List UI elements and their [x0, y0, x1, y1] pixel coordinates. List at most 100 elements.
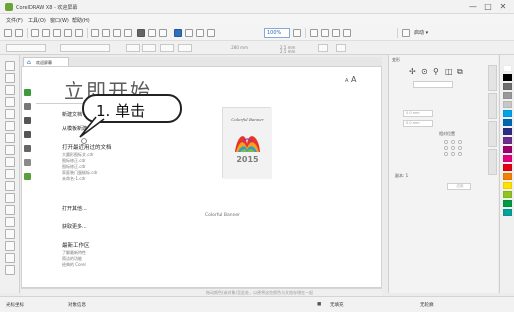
open-other-link[interactable]: 打开其他... [62, 205, 87, 212]
color-swatch[interactable] [503, 101, 512, 108]
all-pages-button[interactable] [160, 44, 174, 52]
color-swatch[interactable] [503, 65, 512, 72]
minimize-button[interactable]: — [466, 2, 480, 12]
whats-new-icon[interactable] [24, 117, 31, 124]
open-document-icon[interactable] [15, 29, 23, 37]
zoom-dropdown-icon[interactable] [293, 29, 301, 37]
gallery-caption[interactable]: Colorful Banner [205, 213, 240, 218]
gallery-cover-image[interactable]: Colorful Banner 2015 [222, 107, 272, 179]
crop-tool-icon[interactable] [5, 85, 15, 95]
smart-fill-tool-icon[interactable] [5, 253, 15, 263]
maximize-button[interactable]: □ [481, 2, 495, 12]
color-swatch[interactable] [503, 128, 512, 135]
publish-pdf-icon[interactable] [148, 29, 156, 37]
color-swatch[interactable] [503, 164, 512, 171]
updates-icon[interactable] [24, 173, 31, 180]
skew-icon[interactable]: ⧉ [457, 67, 463, 77]
interactive-fill-tool-icon[interactable] [5, 241, 15, 251]
color-swatch[interactable] [503, 191, 512, 198]
undo-icon[interactable] [91, 29, 99, 37]
page-dimensions-field[interactable] [60, 44, 110, 52]
paste-icon[interactable] [75, 29, 83, 37]
x-position-value[interactable]: .280 mm [230, 45, 248, 50]
gallery-icon[interactable] [24, 145, 31, 152]
decrease-font-button[interactable]: A [345, 78, 348, 84]
drop-shadow-tool-icon[interactable] [5, 205, 15, 215]
artistic-media-tool-icon[interactable] [5, 121, 15, 131]
color-swatch[interactable] [503, 173, 512, 180]
menu-file[interactable]: 文件(F) [6, 17, 23, 24]
color-swatch[interactable] [503, 200, 512, 207]
new-document-icon[interactable] [4, 29, 12, 37]
increase-font-button[interactable]: A [351, 75, 356, 84]
shape-tool-icon[interactable] [5, 73, 15, 83]
workspace-icon[interactable] [24, 103, 31, 110]
docker-preset-field[interactable] [413, 81, 453, 88]
ellipse-tool-icon[interactable] [5, 145, 15, 155]
rectangle-tool-icon[interactable] [5, 133, 15, 143]
color-swatch[interactable] [503, 155, 512, 162]
options-icon[interactable] [332, 29, 340, 37]
outline-pen-tool-icon[interactable] [5, 265, 15, 275]
import-icon[interactable] [124, 29, 132, 37]
docker-tab-objects[interactable] [488, 93, 497, 119]
color-swatch[interactable] [503, 137, 512, 144]
search-content-icon[interactable] [113, 29, 121, 37]
tab-welcome-screen[interactable]: ⌂ 欢迎屏幕 [23, 57, 69, 66]
fill-status[interactable]: 无填充 [330, 302, 344, 308]
export-icon[interactable] [137, 29, 145, 37]
duplicate-distance-value[interactable]: 2.5 mm [280, 49, 295, 54]
color-swatch[interactable] [503, 146, 512, 153]
page-size-dropdown[interactable] [6, 44, 46, 52]
zoom-level-icon[interactable] [174, 29, 182, 37]
portrait-button[interactable] [126, 44, 140, 52]
learning-icon[interactable] [24, 131, 31, 138]
snap-dropdown-icon[interactable] [343, 29, 351, 37]
docker-tab-hints[interactable] [488, 149, 497, 175]
color-swatch[interactable] [503, 119, 512, 126]
add-page-icon[interactable] [336, 44, 346, 52]
redo-icon[interactable] [102, 29, 110, 37]
launch-menu[interactable]: 启动 ▾ [414, 29, 428, 36]
workspace-item[interactable]: 经典的 Corel [62, 262, 86, 268]
text-tool-icon[interactable] [5, 169, 15, 179]
unit-selector[interactable] [318, 44, 328, 52]
connector-tool-icon[interactable] [5, 193, 15, 203]
save-icon[interactable] [31, 29, 39, 37]
freehand-tool-icon[interactable] [5, 109, 15, 119]
get-more-icon[interactable] [24, 159, 31, 166]
app-launcher-icon[interactable] [159, 29, 167, 37]
show-grid-icon[interactable] [207, 29, 215, 37]
color-swatch[interactable] [503, 182, 512, 189]
recent-file[interactable]: 未命名-1.cdr [62, 176, 86, 182]
parallel-dimension-tool-icon[interactable] [5, 181, 15, 191]
pick-tool-icon[interactable] [5, 61, 15, 71]
zoom-tool-icon[interactable] [5, 97, 15, 107]
cut-icon[interactable] [53, 29, 61, 37]
menu-window[interactable]: 窗口(W) [50, 17, 69, 24]
color-eyedropper-tool-icon[interactable] [5, 229, 15, 239]
options-gear-icon[interactable] [402, 29, 410, 37]
close-button[interactable]: ✕ [496, 2, 510, 12]
outline-status[interactable]: 无轮廓 [420, 302, 434, 308]
apply-button[interactable]: 应用 [447, 183, 471, 190]
color-swatch[interactable] [503, 83, 512, 90]
color-swatch[interactable] [503, 92, 512, 99]
docker-tab-properties[interactable] [488, 121, 497, 147]
color-swatch[interactable] [503, 74, 512, 81]
anchor-point-grid[interactable] [443, 139, 463, 157]
landscape-button[interactable] [142, 44, 156, 52]
transparency-tool-icon[interactable] [5, 217, 15, 227]
color-swatch[interactable] [503, 209, 512, 216]
y-position-field[interactable]: 0.0 mm [403, 120, 433, 127]
zoom-level-field[interactable]: 100% [264, 28, 290, 38]
show-rulers-icon[interactable] [196, 29, 204, 37]
x-position-field[interactable]: 0.0 mm [403, 110, 433, 117]
snap-to-icon[interactable] [310, 29, 318, 37]
get-started-icon[interactable] [24, 89, 31, 96]
position-icon[interactable]: ✢ [409, 67, 416, 76]
alignment-guides-icon[interactable] [321, 29, 329, 37]
current-page-button[interactable] [178, 44, 192, 52]
polygon-tool-icon[interactable] [5, 157, 15, 167]
scale-mirror-icon[interactable]: ⚲ [433, 67, 439, 76]
